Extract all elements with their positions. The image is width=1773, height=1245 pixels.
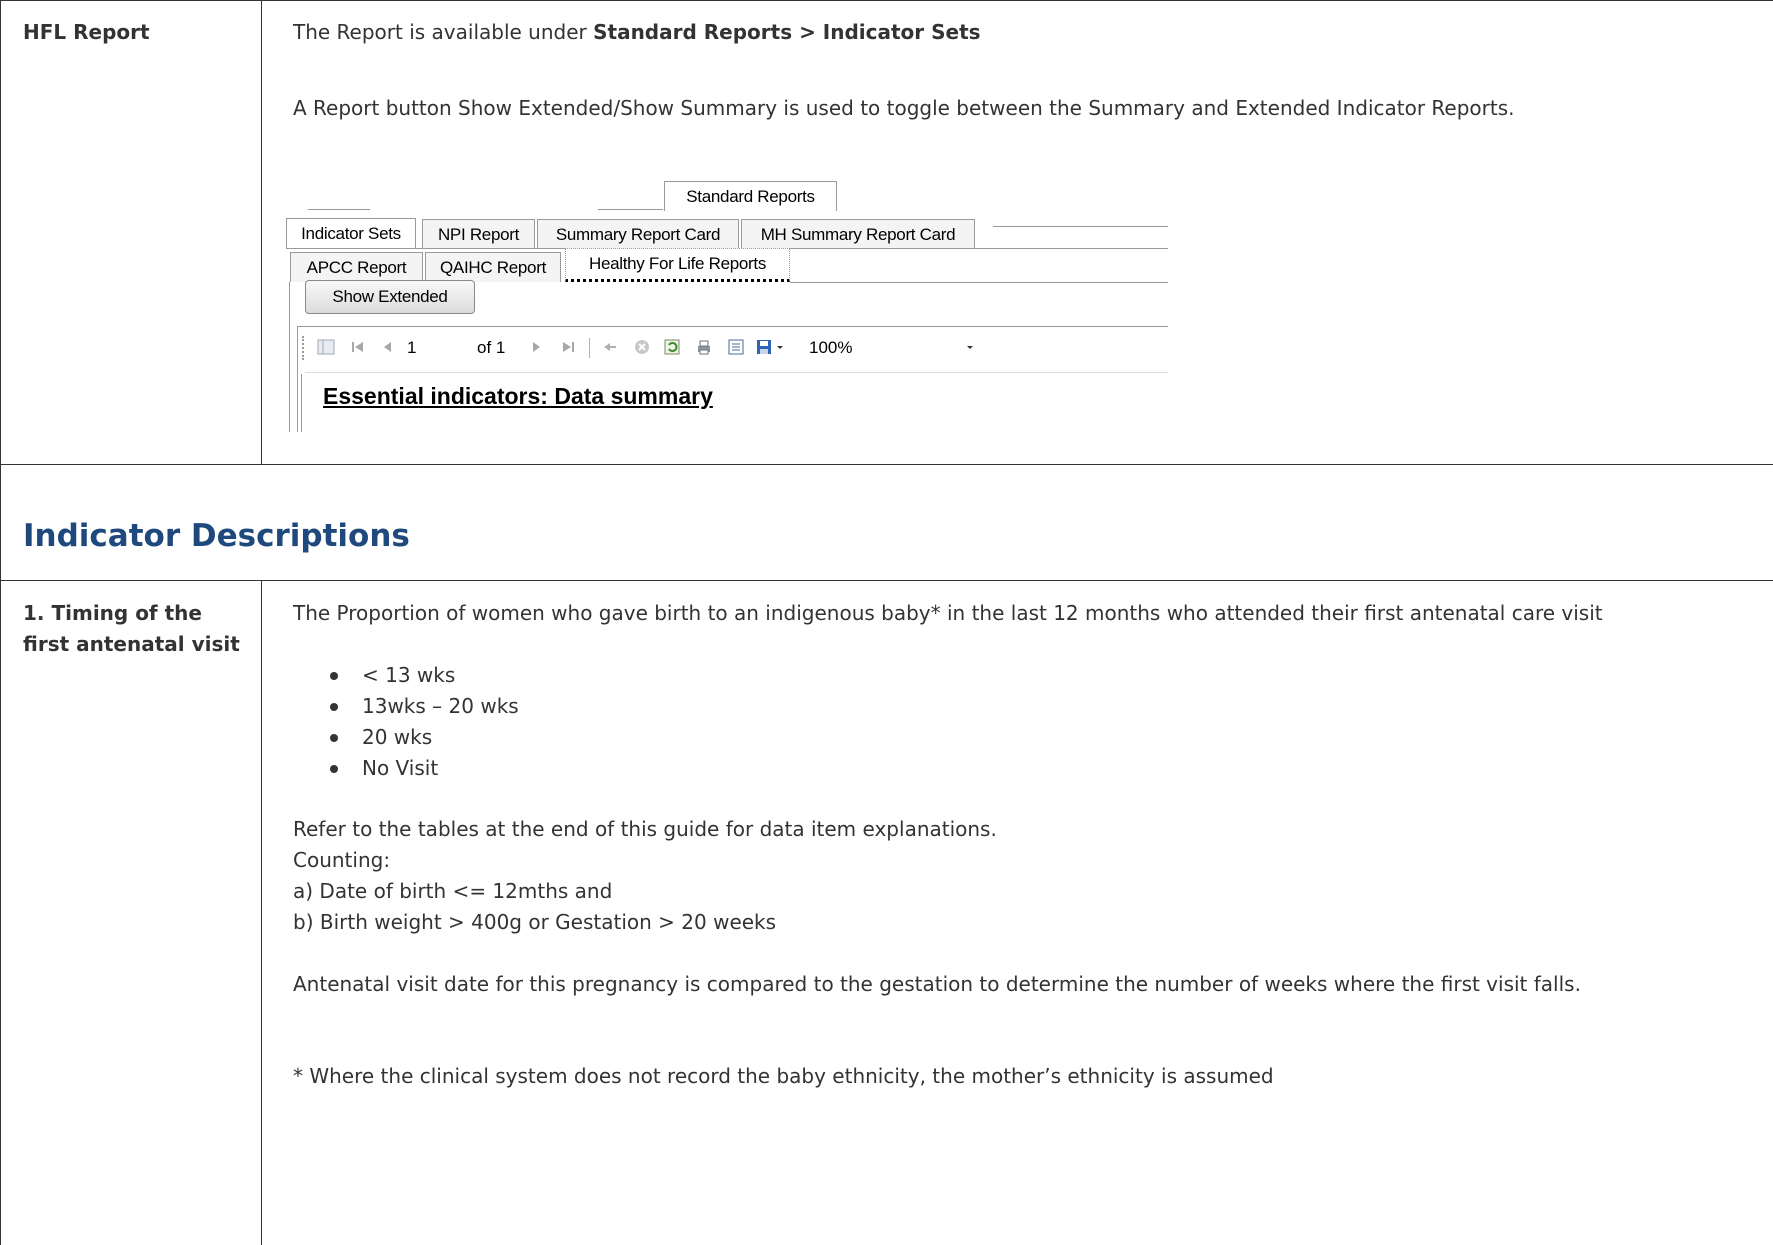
tab-standard-reports[interactable]: Standard Reports <box>664 181 837 211</box>
report-viewer-toolbar: 1 of 1 100% <box>302 326 1168 372</box>
list-item: 20 wks <box>330 722 519 753</box>
toggle-sidebar-icon[interactable] <box>317 338 335 356</box>
counting-condition-b: b) Birth weight > 400g or Gestation > 20… <box>293 910 777 934</box>
list-item: No Visit <box>330 753 519 784</box>
tab-apcc-report[interactable]: APCC Report <box>290 252 423 282</box>
refer-text: Refer to the tables at the end of this g… <box>293 817 997 841</box>
counting-label: Counting: <box>293 848 391 872</box>
table-border-top <box>0 0 1773 1</box>
viewer-left-border <box>297 326 298 432</box>
page-setup-icon[interactable] <box>727 338 745 356</box>
tab-row1-line <box>993 226 1168 227</box>
save-icon[interactable] <box>755 338 773 356</box>
list-item: 13wks – 20 wks <box>330 691 519 722</box>
page-number-input[interactable]: 1 <box>407 338 416 358</box>
viewer-left-border-inner <box>301 374 302 432</box>
report-location-prefix: The Report is available under <box>293 20 594 44</box>
report-location-text: The Report is available under Standard R… <box>293 20 981 44</box>
last-page-icon[interactable] <box>559 338 577 356</box>
tab-mh-summary-report-card[interactable]: MH Summary Report Card <box>741 219 975 249</box>
indicator-1-label: 1. Timing of the first antenatal visit <box>23 601 240 656</box>
toolbar-separator <box>589 338 590 358</box>
row1-divider-vertical <box>261 0 262 465</box>
timing-bullet-list: < 13 wks 13wks – 20 wks 20 wks No Visit <box>330 660 519 784</box>
counting-condition-a: a) Date of birth <= 12mths and <box>293 879 613 903</box>
panel-left-edge <box>289 282 290 432</box>
first-page-icon[interactable] <box>349 338 367 356</box>
tab-npi-report[interactable]: NPI Report <box>422 219 535 249</box>
table-border-left <box>0 0 1 1245</box>
next-page-icon[interactable] <box>527 338 545 356</box>
toggle-description-text: A Report button Show Extended/Show Summa… <box>293 96 1515 120</box>
back-icon[interactable] <box>601 338 619 356</box>
antenatal-text: Antenatal visit date for this pregnancy … <box>293 972 1581 996</box>
zoom-dropdown-icon[interactable] <box>965 338 975 356</box>
tab-summary-report-card[interactable]: Summary Report Card <box>537 219 739 249</box>
tab-indicator-sets[interactable]: Indicator Sets <box>286 218 416 248</box>
ethnicity-footnote: * Where the clinical system does not rec… <box>293 1064 1274 1088</box>
tab-qaihc-report[interactable]: QAIHC Report <box>425 252 561 282</box>
row1-border-bottom <box>0 464 1773 465</box>
section-border-bottom <box>0 580 1773 581</box>
report-location-path: Standard Reports > Indicator Sets <box>593 20 981 44</box>
app-screenshot: Standard Reports Indicator Sets NPI Repo… <box>283 170 1168 432</box>
row2-divider-vertical <box>261 580 262 1245</box>
toolbar-grip <box>302 336 306 360</box>
top-tab-line-mid <box>598 209 663 210</box>
toolbar-bottom-border <box>305 372 1168 373</box>
refresh-icon[interactable] <box>663 338 681 356</box>
section-heading: Indicator Descriptions <box>23 518 410 554</box>
prev-page-icon[interactable] <box>379 338 397 356</box>
top-tab-line-left <box>308 209 370 210</box>
report-title: Essential indicators: Data summary <box>323 383 713 409</box>
hfl-report-label: HFL Report <box>23 20 150 44</box>
print-icon[interactable] <box>695 338 713 356</box>
indicator-1-intro: The Proportion of women who gave birth t… <box>293 601 1603 625</box>
page-of-label: of 1 <box>477 338 506 357</box>
save-dropdown-icon[interactable] <box>775 338 785 356</box>
tab-healthy-for-life-reports[interactable]: Healthy For Life Reports <box>565 248 790 282</box>
show-extended-button[interactable]: Show Extended <box>305 280 475 314</box>
zoom-value[interactable]: 100% <box>809 338 852 358</box>
tab-row2-base <box>790 282 1168 283</box>
list-item: < 13 wks <box>330 660 519 691</box>
stop-icon[interactable] <box>633 338 651 356</box>
